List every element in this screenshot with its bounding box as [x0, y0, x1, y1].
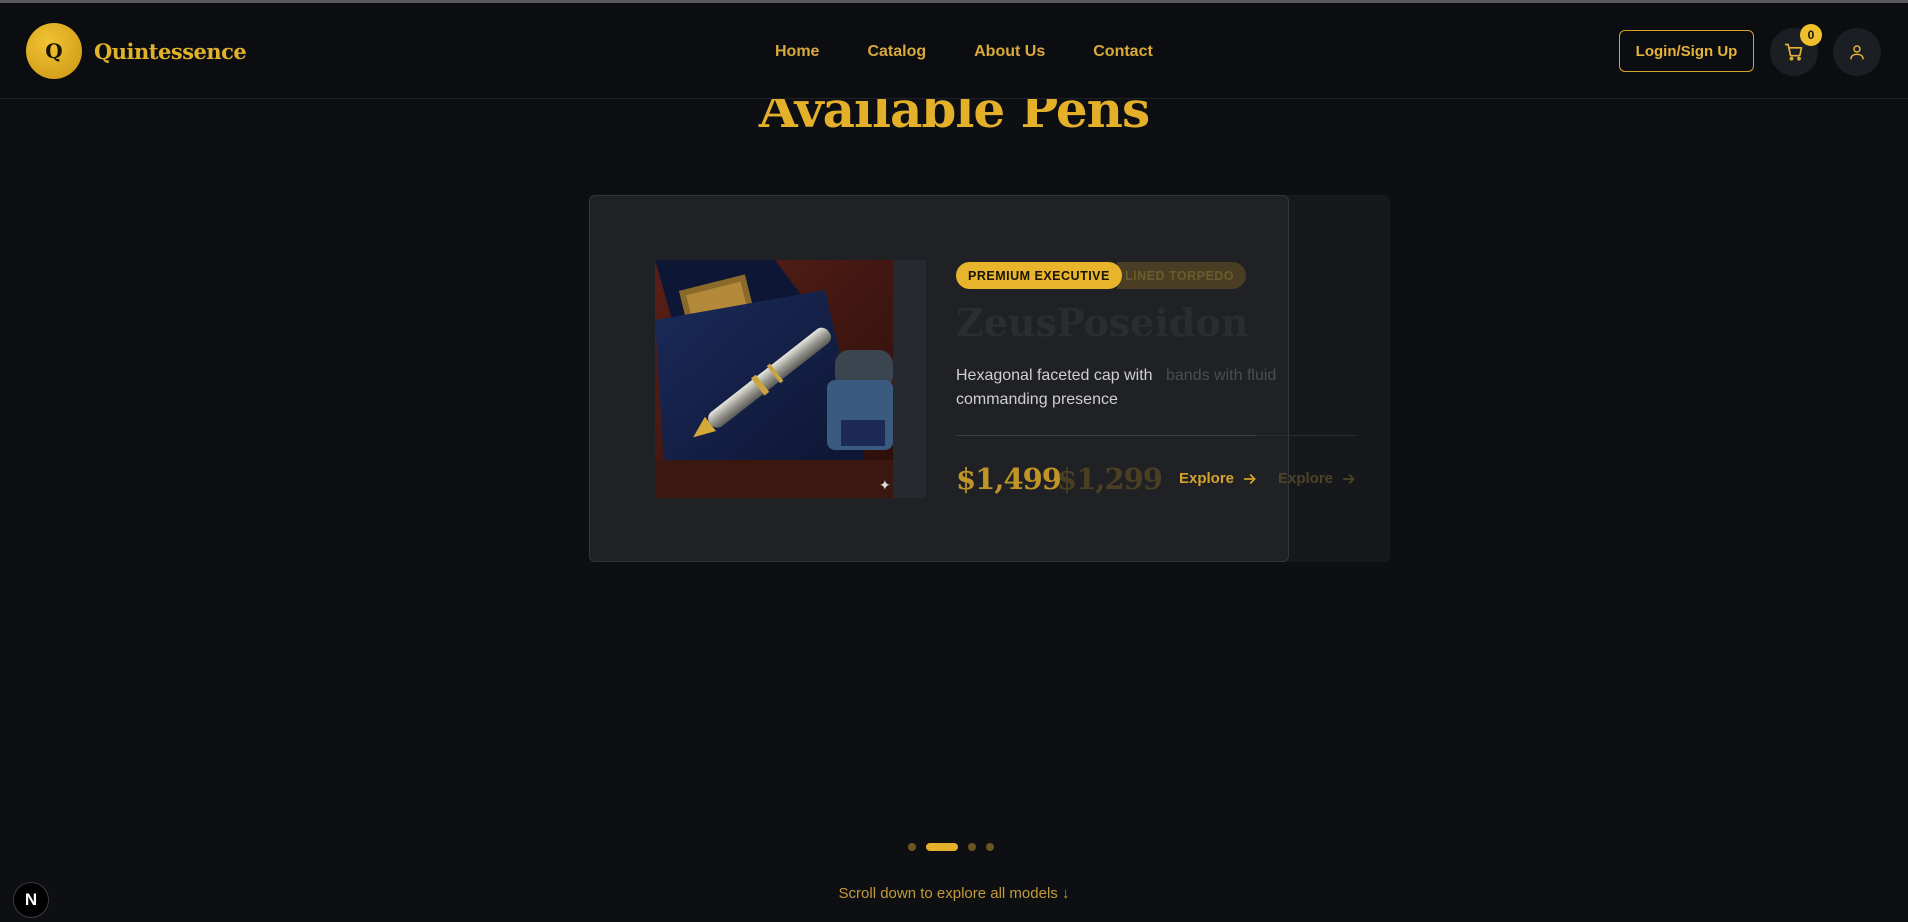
pen-price: $1,499 — [956, 462, 1062, 496]
login-signup-button[interactable]: Login/Sign Up — [1619, 30, 1754, 72]
user-icon — [1850, 45, 1864, 60]
carousel-dot[interactable] — [986, 843, 994, 851]
carousel-dot[interactable] — [908, 843, 916, 851]
nav-home[interactable]: Home — [775, 43, 819, 61]
next-divider — [1256, 435, 1356, 436]
navbar: Q Quintessence Home Catalog About Us Con… — [0, 3, 1908, 99]
logo-letter: Q — [45, 39, 63, 63]
nav-contact[interactable]: Contact — [1093, 43, 1153, 61]
scroll-hint: Scroll down to explore all models ↓ — [838, 885, 1070, 902]
arrow-right-icon — [1243, 473, 1256, 484]
explore-label: Explore — [1179, 470, 1235, 487]
pen-card: ✦ LINED TORPEDO PREMIUM EXECUTIVE Poseid… — [589, 195, 1356, 562]
next-explore-button[interactable]: Explore — [1278, 470, 1357, 487]
cart-icon — [1784, 43, 1803, 61]
carousel-dots — [908, 843, 994, 851]
explore-button[interactable]: Explore — [1179, 470, 1258, 487]
pen-badge: PREMIUM EXECUTIVE — [956, 262, 1122, 289]
pen-name: Zeus — [956, 300, 1057, 345]
user-button[interactable] — [1833, 28, 1881, 76]
cart-count-badge: 0 — [1800, 24, 1822, 46]
carousel-dot-active[interactable] — [926, 843, 958, 851]
svg-text:✦: ✦ — [879, 478, 891, 494]
carousel-dot[interactable] — [968, 843, 976, 851]
next-pen-description: bands with fluid — [1166, 367, 1277, 384]
next-pen-badge: LINED TORPEDO — [1117, 262, 1247, 289]
pen-description: Hexagonal faceted cap with commanding pr… — [956, 367, 1153, 408]
next-pen-price: $1,299 — [1057, 462, 1163, 496]
arrow-right-icon — [1342, 473, 1355, 484]
main-menu: Home Catalog About Us Contact — [775, 43, 1201, 61]
logo[interactable]: Q — [26, 23, 82, 79]
brand-name[interactable]: Quintessence — [94, 39, 247, 64]
next-explore-label: Explore — [1278, 470, 1334, 487]
dev-tools-badge[interactable]: N — [13, 882, 49, 918]
next-pen-name: Poseidon — [1056, 300, 1249, 345]
nav-about-us[interactable]: About Us — [974, 43, 1045, 61]
pen-image[interactable]: ✦ — [655, 260, 893, 498]
divider — [956, 435, 1256, 436]
nav-catalog[interactable]: Catalog — [867, 43, 926, 61]
